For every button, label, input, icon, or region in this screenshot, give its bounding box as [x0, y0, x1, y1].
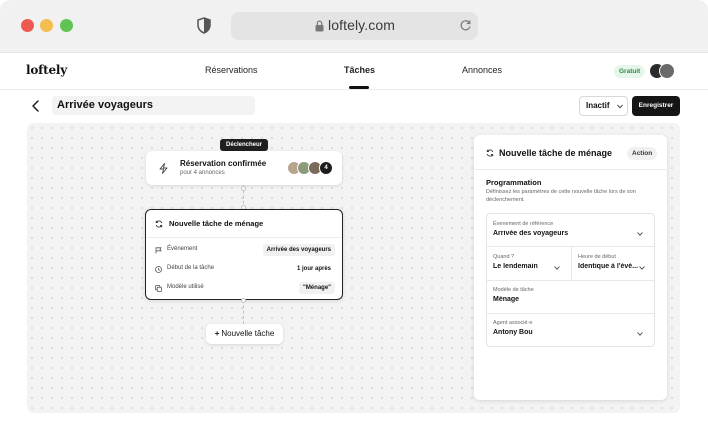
task-settings-panel: Nouvelle tâche de ménage Action Programm…	[474, 135, 667, 400]
when-select[interactable]: Quand ? Le lendemain	[487, 247, 571, 280]
section-title: Programmation	[486, 178, 542, 187]
field-value: Arrivée des voyageurs	[493, 230, 569, 237]
field-value: Le lendemain	[493, 263, 538, 270]
status-value: Inactif	[586, 101, 610, 110]
plus-icon: +	[214, 329, 220, 338]
trigger-title: Réservation confirmée	[180, 159, 267, 168]
browser-titlebar: loftely.com	[0, 0, 708, 53]
task-row-template[interactable]: Modèle utilisé "Ménage"	[146, 279, 342, 298]
task-card[interactable]: Nouvelle tâche de ménage Événement Arriv…	[145, 209, 343, 300]
avatar[interactable]	[659, 63, 675, 79]
chevron-down-icon	[617, 104, 623, 109]
listing-count-badge: 4	[319, 161, 333, 175]
url-text: loftely.com	[328, 17, 395, 33]
chevron-down-icon	[639, 266, 645, 270]
divider	[474, 169, 667, 170]
field-value: Antony Bou	[493, 329, 533, 336]
app-logo[interactable]: loftely	[26, 63, 67, 77]
field-label: Quand ?	[493, 254, 515, 260]
divider	[146, 237, 342, 238]
refresh-icon	[155, 220, 163, 228]
close-window-button[interactable]	[21, 19, 34, 32]
chevron-down-icon	[554, 266, 560, 270]
save-button[interactable]: Enregistrer	[632, 96, 680, 116]
task-row-start[interactable]: Début de la tâche 1 jour après	[146, 260, 342, 279]
event-select[interactable]: Évenement de référence Arrivée des voyag…	[487, 214, 654, 246]
back-button[interactable]	[27, 97, 45, 115]
address-bar[interactable]: loftely.com	[231, 12, 478, 40]
scheduling-form: Évenement de référence Arrivée des voyag…	[486, 213, 655, 347]
row-value: 1 jour après	[296, 266, 331, 272]
app-top-nav: loftely Réservations Tâches Annonces Gra…	[0, 53, 708, 90]
field-label: Heure de début	[578, 254, 616, 260]
trigger-subtitle: pour 4 annonces	[180, 170, 225, 176]
flow-connector	[243, 300, 244, 324]
refresh-icon	[486, 149, 494, 157]
field-value: Identique à l'évé...	[578, 263, 639, 270]
connector-handle[interactable]	[241, 186, 246, 191]
nav-link-annonces[interactable]: Annonces	[462, 65, 502, 75]
trigger-tag: Déclencheur	[220, 139, 268, 151]
start-time-select[interactable]: Heure de début Identique à l'évé...	[572, 247, 654, 280]
template-select[interactable]: Modèle de tâche Ménage	[487, 281, 654, 313]
action-badge: Action	[627, 147, 658, 160]
connector-handle[interactable]	[241, 298, 246, 303]
nav-link-reservations[interactable]: Réservations	[205, 65, 258, 75]
field-value: Ménage	[493, 296, 520, 303]
plan-badge: Gratuit	[614, 65, 646, 78]
row-value: "Ménage"	[298, 282, 335, 294]
task-row-event[interactable]: Événement Arrivée des voyageurs	[146, 241, 342, 260]
agent-select[interactable]: Agent associé·e Antony Bou	[487, 314, 654, 346]
copy-icon	[155, 285, 162, 292]
chevron-down-icon	[637, 232, 643, 236]
chevron-down-icon	[637, 332, 643, 336]
section-description: Définissez les paramètres de cette nouve…	[486, 189, 636, 203]
clock-icon	[155, 266, 162, 273]
add-task-button[interactable]: + Nouvelle tâche	[206, 324, 283, 344]
field-label: Modèle de tâche	[493, 287, 534, 293]
browser-window: loftely.com loftely Réservations Tâches …	[0, 0, 708, 434]
row-value: Arrivée des voyageurs	[262, 244, 335, 256]
page-title: Arrivée voyageurs	[57, 99, 153, 111]
nav-link-taches[interactable]: Tâches	[344, 65, 375, 75]
bolt-icon	[159, 163, 168, 174]
zoom-window-button[interactable]	[60, 19, 73, 32]
task-title: Nouvelle tâche de ménage	[169, 219, 264, 228]
field-label: Agent associé·e	[493, 320, 533, 326]
field-label: Évenement de référence	[493, 221, 554, 227]
shield-icon[interactable]	[197, 17, 211, 34]
page-title-input[interactable]: Arrivée voyageurs	[52, 96, 255, 115]
row-label: Événement	[167, 246, 198, 252]
panel-title: Nouvelle tâche de ménage	[499, 148, 613, 158]
status-select[interactable]: Inactif	[579, 96, 628, 116]
row-label: Début de la tâche	[167, 265, 215, 271]
minimize-window-button[interactable]	[40, 19, 53, 32]
trigger-card[interactable]: Réservation confirmée pour 4 annonces 4	[146, 151, 342, 185]
add-task-label: Nouvelle tâche	[221, 329, 275, 338]
active-nav-indicator	[349, 86, 369, 89]
lock-icon	[315, 20, 324, 32]
flag-icon	[155, 247, 162, 254]
row-label: Modèle utilisé	[167, 284, 204, 290]
reload-icon[interactable]	[459, 19, 472, 32]
